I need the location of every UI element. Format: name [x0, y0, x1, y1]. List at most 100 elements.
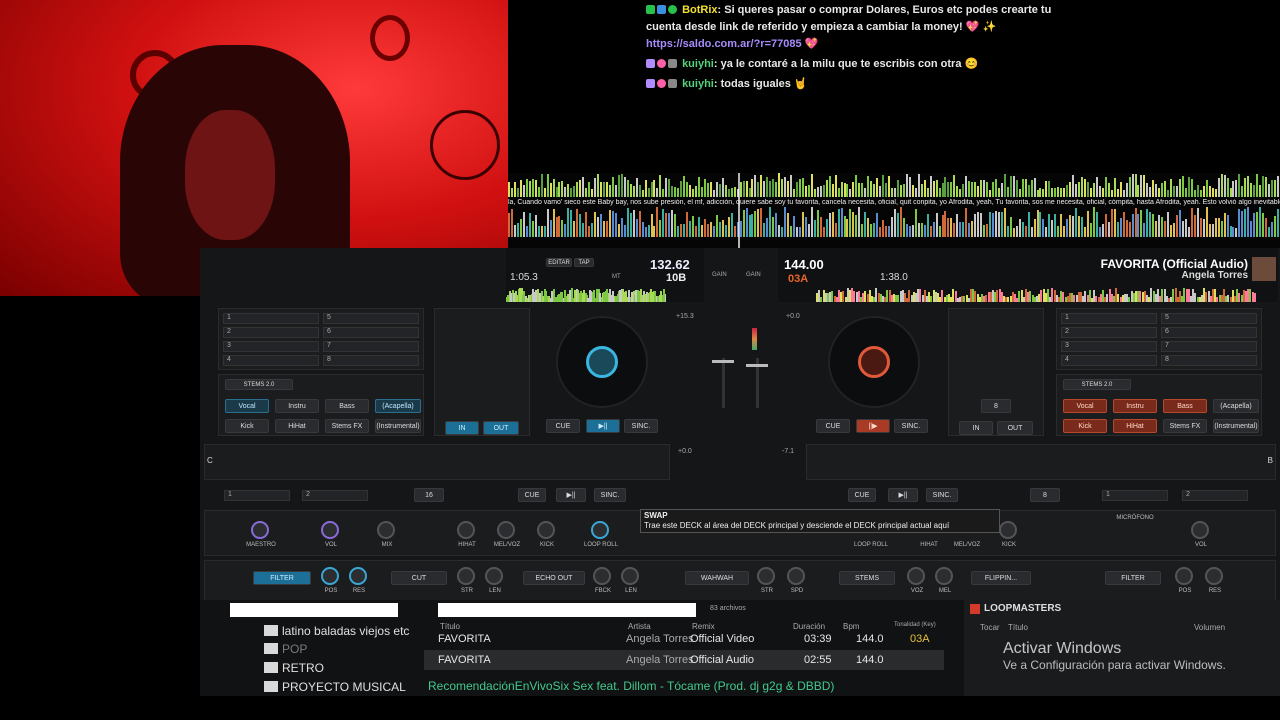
fx-knob[interactable]	[1175, 567, 1193, 585]
fx-select[interactable]: ECHO OUT	[523, 571, 585, 585]
deck-c-waveform[interactable]: C	[204, 444, 670, 480]
folder-item[interactable]: latino baladas viejos etc	[264, 622, 409, 640]
hihat-knob[interactable]	[457, 521, 475, 539]
cue-button[interactable]: CUE	[816, 419, 850, 433]
play-pause-button[interactable]: ▶||	[556, 488, 586, 502]
melvoz-knob[interactable]	[497, 521, 515, 539]
sync-button[interactable]: SINC.	[926, 488, 958, 502]
hotcue-slot[interactable]: 2	[1061, 327, 1157, 338]
fx-knob[interactable]	[457, 567, 475, 585]
stems-preset-select[interactable]: STEMS 2.0	[1063, 379, 1131, 390]
loop-roll-knob[interactable]	[591, 521, 609, 539]
hotcue-slot[interactable]: 7	[1161, 341, 1257, 352]
hotcue-slot[interactable]: 5	[1161, 313, 1257, 324]
loop-in-button[interactable]: IN	[959, 421, 993, 435]
mic-vol-knob[interactable]	[1191, 521, 1209, 539]
mini-waveform-left[interactable]	[506, 288, 666, 302]
play-pause-button[interactable]: ▶||	[888, 488, 918, 502]
sync-button[interactable]: SINC.	[624, 419, 658, 433]
folder-item[interactable]: PROYECTO MUSICAL	[264, 678, 406, 696]
fx-select[interactable]: STEMS	[839, 571, 895, 585]
stem-acapella-button[interactable]: (Acapella)	[1213, 399, 1259, 413]
stem-vocal-button[interactable]: Vocal	[1063, 399, 1107, 413]
sampler-slot[interactable]: 1	[224, 490, 290, 501]
fx-knob[interactable]	[621, 567, 639, 585]
stem-instru-button[interactable]: Instru	[1113, 399, 1157, 413]
fx-knob[interactable]	[935, 567, 953, 585]
hotcue-slot[interactable]: 1	[1061, 313, 1157, 324]
sync-button[interactable]: SINC.	[594, 488, 626, 502]
fader-handle[interactable]	[712, 360, 734, 363]
stem-acapella-button[interactable]: (Acapella)	[375, 399, 421, 413]
kick-knob[interactable]	[537, 521, 555, 539]
hotcue-slot[interactable]: 3	[1061, 341, 1157, 352]
col-key[interactable]: Tonalidad (Key)	[894, 622, 936, 628]
mix-knob[interactable]	[377, 521, 395, 539]
stem-fx-button[interactable]: Stems FX	[1163, 419, 1207, 433]
hotcue-slot[interactable]: 3	[223, 341, 319, 352]
loop-size-display[interactable]: 16	[414, 488, 444, 502]
fx-knob[interactable]	[349, 567, 367, 585]
master-knob[interactable]	[251, 521, 269, 539]
fx-select[interactable]: FLIPPIN...	[971, 571, 1031, 585]
stem-kick-button[interactable]: Kick	[225, 419, 269, 433]
mini-waveform-right[interactable]	[816, 288, 1256, 302]
chat-link[interactable]: https://saldo.com.ar/?r=77085 💖	[646, 38, 818, 50]
hotcue-slot[interactable]: 2	[223, 327, 319, 338]
folder-item[interactable]: RETRO	[264, 659, 324, 677]
sampler-slot[interactable]: 1	[1102, 490, 1168, 501]
sampler-slot[interactable]: 2	[1182, 490, 1248, 501]
hotcue-slot[interactable]: 4	[223, 355, 319, 366]
kick-knob[interactable]	[999, 521, 1017, 539]
play-pause-button[interactable]: ||▶	[856, 419, 890, 433]
hotcue-slot[interactable]: 7	[323, 341, 419, 352]
fx-knob[interactable]	[485, 567, 503, 585]
loop-size-display[interactable]: 8	[981, 399, 1011, 413]
left-jog-wheel[interactable]	[556, 316, 648, 408]
fx-knob[interactable]	[757, 567, 775, 585]
waveform-overview[interactable]: la, Cuando vamo' sieco este Baby bay, no…	[508, 173, 1280, 248]
fx-knob[interactable]	[907, 567, 925, 585]
stem-fx-button[interactable]: Stems FX	[325, 419, 369, 433]
stem-kick-button[interactable]: Kick	[1063, 419, 1107, 433]
tap-button[interactable]: TAP	[574, 258, 594, 267]
hotcue-slot[interactable]: 6	[1161, 327, 1257, 338]
stem-vocal-button[interactable]: Vocal	[225, 399, 269, 413]
loop-out-button[interactable]: OUT	[997, 421, 1033, 435]
deck-b-waveform[interactable]: B	[806, 444, 1276, 480]
folder-search-input[interactable]	[230, 603, 398, 617]
loop-out-button[interactable]: OUT	[483, 421, 519, 435]
hotcue-slot[interactable]: 1	[223, 313, 319, 324]
cue-button[interactable]: CUE	[546, 419, 580, 433]
hotcue-slot[interactable]: 4	[1061, 355, 1157, 366]
hotcue-slot[interactable]: 6	[323, 327, 419, 338]
stems-preset-select[interactable]: STEMS 2.0	[225, 379, 293, 390]
stem-hihat-button[interactable]: HiHat	[275, 419, 319, 433]
stem-hihat-button[interactable]: HiHat	[1113, 419, 1157, 433]
stem-instru-button[interactable]: Instru	[275, 399, 319, 413]
fader-handle[interactable]	[746, 364, 768, 367]
fx-knob[interactable]	[1205, 567, 1223, 585]
fx-knob[interactable]	[593, 567, 611, 585]
fx-select[interactable]: FILTER	[1105, 571, 1161, 585]
hotcue-slot[interactable]: 5	[323, 313, 419, 324]
right-jog-wheel[interactable]	[828, 316, 920, 408]
fx-select[interactable]: CUT	[391, 571, 447, 585]
cue-button[interactable]: CUE	[518, 488, 546, 502]
sync-button[interactable]: SINC.	[894, 419, 928, 433]
vol-knob[interactable]	[321, 521, 339, 539]
hotcue-slot[interactable]: 8	[323, 355, 419, 366]
hotcue-slot[interactable]: 8	[1161, 355, 1257, 366]
sampler-slot[interactable]: 2	[302, 490, 368, 501]
fx-knob[interactable]	[321, 567, 339, 585]
stem-instrumental-button[interactable]: (Instrumental)	[375, 419, 421, 433]
cue-button[interactable]: CUE	[848, 488, 876, 502]
loop-size-display[interactable]: 8	[1030, 488, 1060, 502]
fx-select[interactable]: FILTER	[253, 571, 311, 585]
track-search-input[interactable]	[438, 603, 696, 617]
fx-select[interactable]: WAHWAH	[685, 571, 749, 585]
table-row[interactable]: FAVORITA Angela Torres Official Audio 02…	[424, 650, 944, 670]
stem-bass-button[interactable]: Bass	[325, 399, 369, 413]
stem-bass-button[interactable]: Bass	[1163, 399, 1207, 413]
stem-instrumental-button[interactable]: (Instrumental)	[1213, 419, 1259, 433]
